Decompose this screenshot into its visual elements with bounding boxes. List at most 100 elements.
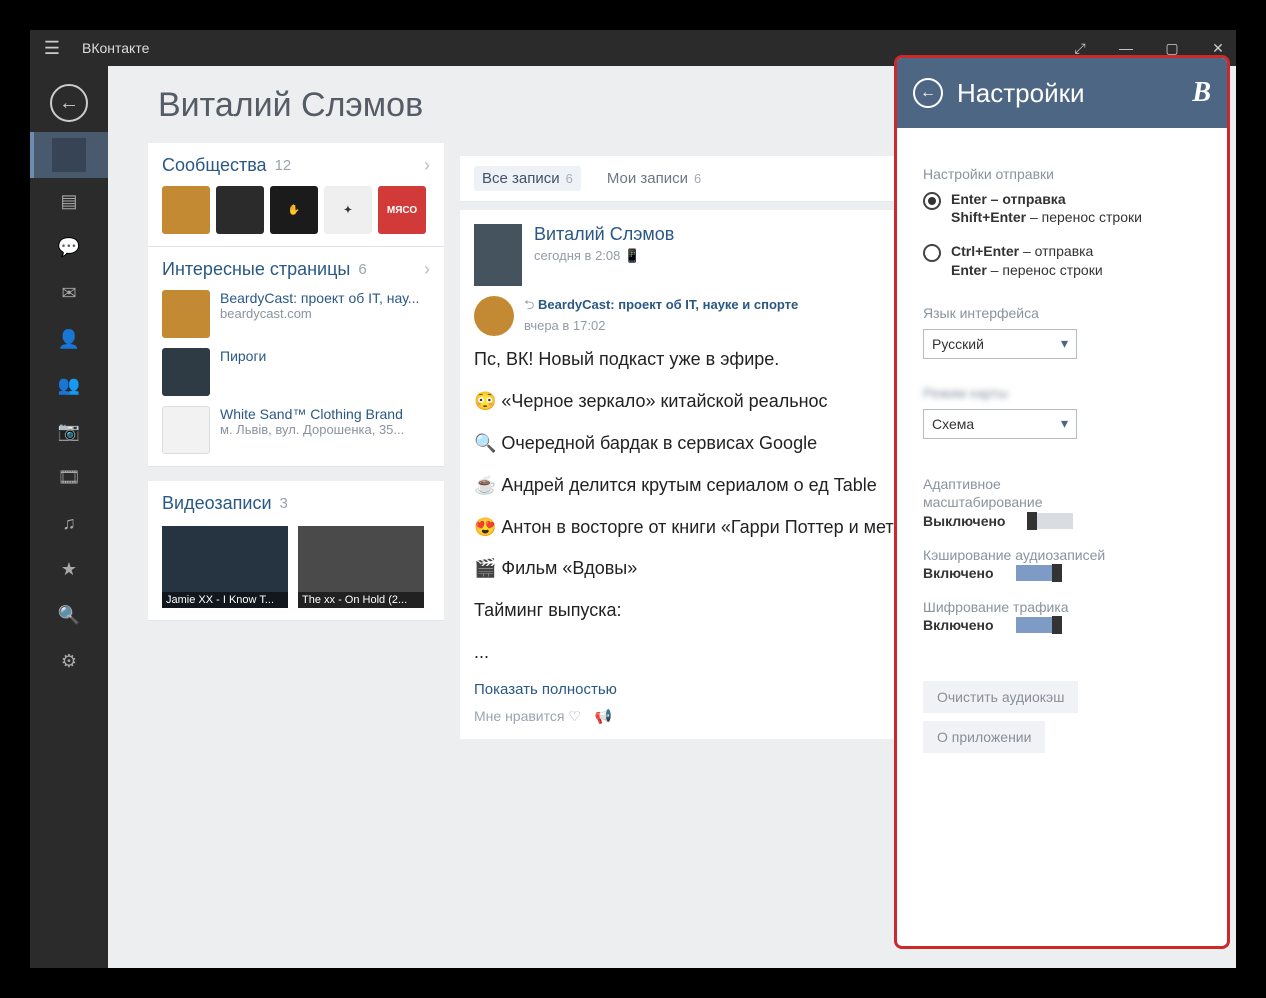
send-option-ctrl-enter[interactable]: Ctrl+Enter – отправкаEnter – перенос стр… — [923, 242, 1203, 278]
traffic-encryption-toggle[interactable] — [1016, 617, 1062, 633]
repost-icon: ⮌ — [524, 297, 534, 312]
profile-avatar-icon — [52, 138, 86, 172]
about-app-button[interactable]: О приложении — [923, 721, 1045, 753]
messages-icon: 💬 — [58, 237, 80, 258]
sidebar-item-news[interactable]: ▤ — [30, 178, 108, 224]
video-caption: The xx - On Hold (2... — [298, 592, 424, 608]
news-icon: ▤ — [60, 191, 77, 212]
friends-icon: 👤 — [58, 329, 80, 350]
repost-target[interactable]: BeardyCast: проект об IT, науке и спорте — [538, 297, 798, 312]
community-thumb[interactable] — [216, 186, 264, 234]
pages-count: 6 — [358, 261, 366, 278]
video-icon: 🎞 — [58, 467, 81, 488]
chevron-right-icon: › — [424, 259, 430, 280]
communities-count: 12 — [275, 157, 292, 174]
pages-header[interactable]: Интересные страницы 6 › — [162, 259, 430, 280]
video-item[interactable]: Jamie XX - I Know T... — [162, 526, 288, 608]
send-option-enter[interactable]: Enter – отправкаShift+Enter – перенос ст… — [923, 190, 1203, 226]
gear-icon: ⚙ — [61, 651, 77, 672]
page-item[interactable]: White Sand™ Clothing Brandм. Львів, вул.… — [162, 406, 430, 454]
sidebar-item-search[interactable]: 🔍 — [30, 592, 108, 638]
settings-back-button[interactable]: ← — [913, 78, 943, 108]
settings-panel: ← Настройки B Настройки отправки Enter –… — [894, 55, 1230, 949]
adaptive-scale-toggle[interactable] — [1027, 513, 1073, 529]
tab-my-posts[interactable]: Мои записи6 — [599, 166, 709, 191]
back-arrow-icon: ← — [920, 84, 936, 102]
page-sub: beardycast.com — [220, 306, 419, 321]
music-icon: ♫ — [62, 513, 76, 534]
sidebar-item-music[interactable]: ♫ — [30, 500, 108, 546]
pages-title: Интересные страницы — [162, 259, 350, 280]
settings-body[interactable]: Настройки отправки Enter – отправкаShift… — [897, 128, 1227, 946]
page-item[interactable]: Пироги — [162, 348, 430, 396]
communities-title: Сообщества — [162, 155, 267, 176]
tab-all-posts[interactable]: Все записи6 — [474, 166, 581, 191]
sidebar-item-video[interactable]: 🎞 — [30, 454, 108, 500]
clear-audio-cache-button[interactable]: Очистить аудиокэш — [923, 681, 1078, 713]
profile-name: Виталий Слэмов — [158, 86, 444, 125]
android-icon: 📱 — [624, 248, 640, 263]
heart-icon: ♡ — [568, 708, 581, 724]
expand-icon[interactable]: ⤢ — [1066, 40, 1094, 57]
pages-card: Интересные страницы 6 › BeardyCast: прое… — [148, 247, 444, 467]
settings-header: ← Настройки B — [897, 58, 1227, 128]
like-button[interactable]: Мне нравится ♡ — [474, 708, 581, 725]
minimize-icon[interactable]: — — [1112, 40, 1140, 56]
repost-avatar[interactable] — [474, 296, 514, 336]
post-author[interactable]: Виталий Слэмов — [534, 224, 674, 245]
sidebar-item-settings[interactable]: ⚙ — [30, 638, 108, 684]
communities-card: Сообщества 12 › ✋ ✦ МЯСО — [148, 143, 444, 247]
sidebar: ← ▤ 💬 ✉ 👤 👥 📷 🎞 ♫ ★ 🔍 ⚙ — [30, 66, 108, 968]
videos-card: Видеозаписи 3 Jamie XX - I Know T... The… — [148, 481, 444, 621]
hamburger-icon[interactable]: ☰ — [40, 38, 64, 59]
videos-title: Видеозаписи — [162, 493, 272, 514]
page-name: BeardyCast: проект об IT, нау... — [220, 290, 419, 306]
back-arrow-icon: ← — [59, 92, 79, 115]
sidebar-item-bookmarks[interactable]: ★ — [30, 546, 108, 592]
community-thumb[interactable]: ✦ — [324, 186, 372, 234]
share-button[interactable]: 📢 — [595, 708, 612, 725]
map-mode-label: Режим карты — [923, 385, 1203, 401]
community-thumb[interactable]: МЯСО — [378, 186, 426, 234]
page-name: White Sand™ Clothing Brand — [220, 406, 404, 422]
radio-icon — [923, 244, 941, 262]
close-icon[interactable]: ✕ — [1204, 40, 1232, 57]
adaptive-scale-state: Выключено — [923, 513, 1005, 529]
back-button[interactable]: ← — [50, 84, 88, 122]
repost-time: вчера в 17:02 — [524, 318, 798, 333]
sidebar-item-messages[interactable]: 💬 — [30, 224, 108, 270]
videos-header[interactable]: Видеозаписи 3 — [162, 493, 430, 514]
app-window: ☰ ВКонтакте ⤢ — ▢ ✕ ← ▤ 💬 ✉ 👤 👥 📷 🎞 ♫ ★ … — [30, 30, 1236, 968]
maximize-icon[interactable]: ▢ — [1158, 40, 1186, 57]
sidebar-item-groups[interactable]: 👥 — [30, 362, 108, 408]
communities-header[interactable]: Сообщества 12 › — [162, 155, 430, 176]
community-thumb[interactable] — [162, 186, 210, 234]
audio-cache-toggle[interactable] — [1016, 565, 1062, 581]
sidebar-item-mail[interactable]: ✉ — [30, 270, 108, 316]
post-avatar[interactable] — [474, 224, 522, 286]
video-item[interactable]: The xx - On Hold (2... — [298, 526, 424, 608]
language-select[interactable]: Русский ▾ — [923, 329, 1077, 359]
community-thumb[interactable]: ✋ — [270, 186, 318, 234]
map-mode-value: Схема — [932, 416, 974, 432]
chevron-down-icon: ▾ — [1061, 335, 1068, 352]
sidebar-item-friends[interactable]: 👤 — [30, 316, 108, 362]
send-section-label: Настройки отправки — [923, 166, 1203, 182]
videos-count: 3 — [280, 495, 288, 512]
traffic-encryption-state: Включено — [923, 617, 994, 633]
audio-cache-label: Кэширование аудиозаписей — [923, 547, 1203, 563]
map-mode-select[interactable]: Схема ▾ — [923, 409, 1077, 439]
sidebar-item-photos[interactable]: 📷 — [30, 408, 108, 454]
post-time: сегодня в 2:08 — [534, 248, 620, 263]
sidebar-item-profile[interactable] — [30, 132, 108, 178]
radio-icon — [923, 192, 941, 210]
page-item[interactable]: BeardyCast: проект об IT, нау...beardyca… — [162, 290, 430, 338]
language-label: Язык интерфейса — [923, 305, 1203, 321]
search-icon: 🔍 — [58, 605, 80, 626]
chevron-down-icon: ▾ — [1061, 415, 1068, 432]
traffic-encryption-label: Шифрование трафика — [923, 599, 1203, 615]
page-sub: м. Львів, вул. Дорошенка, 35... — [220, 422, 404, 437]
groups-icon: 👥 — [58, 375, 80, 396]
page-name: Пироги — [220, 348, 266, 364]
vk-logo-icon: B — [1192, 77, 1211, 109]
